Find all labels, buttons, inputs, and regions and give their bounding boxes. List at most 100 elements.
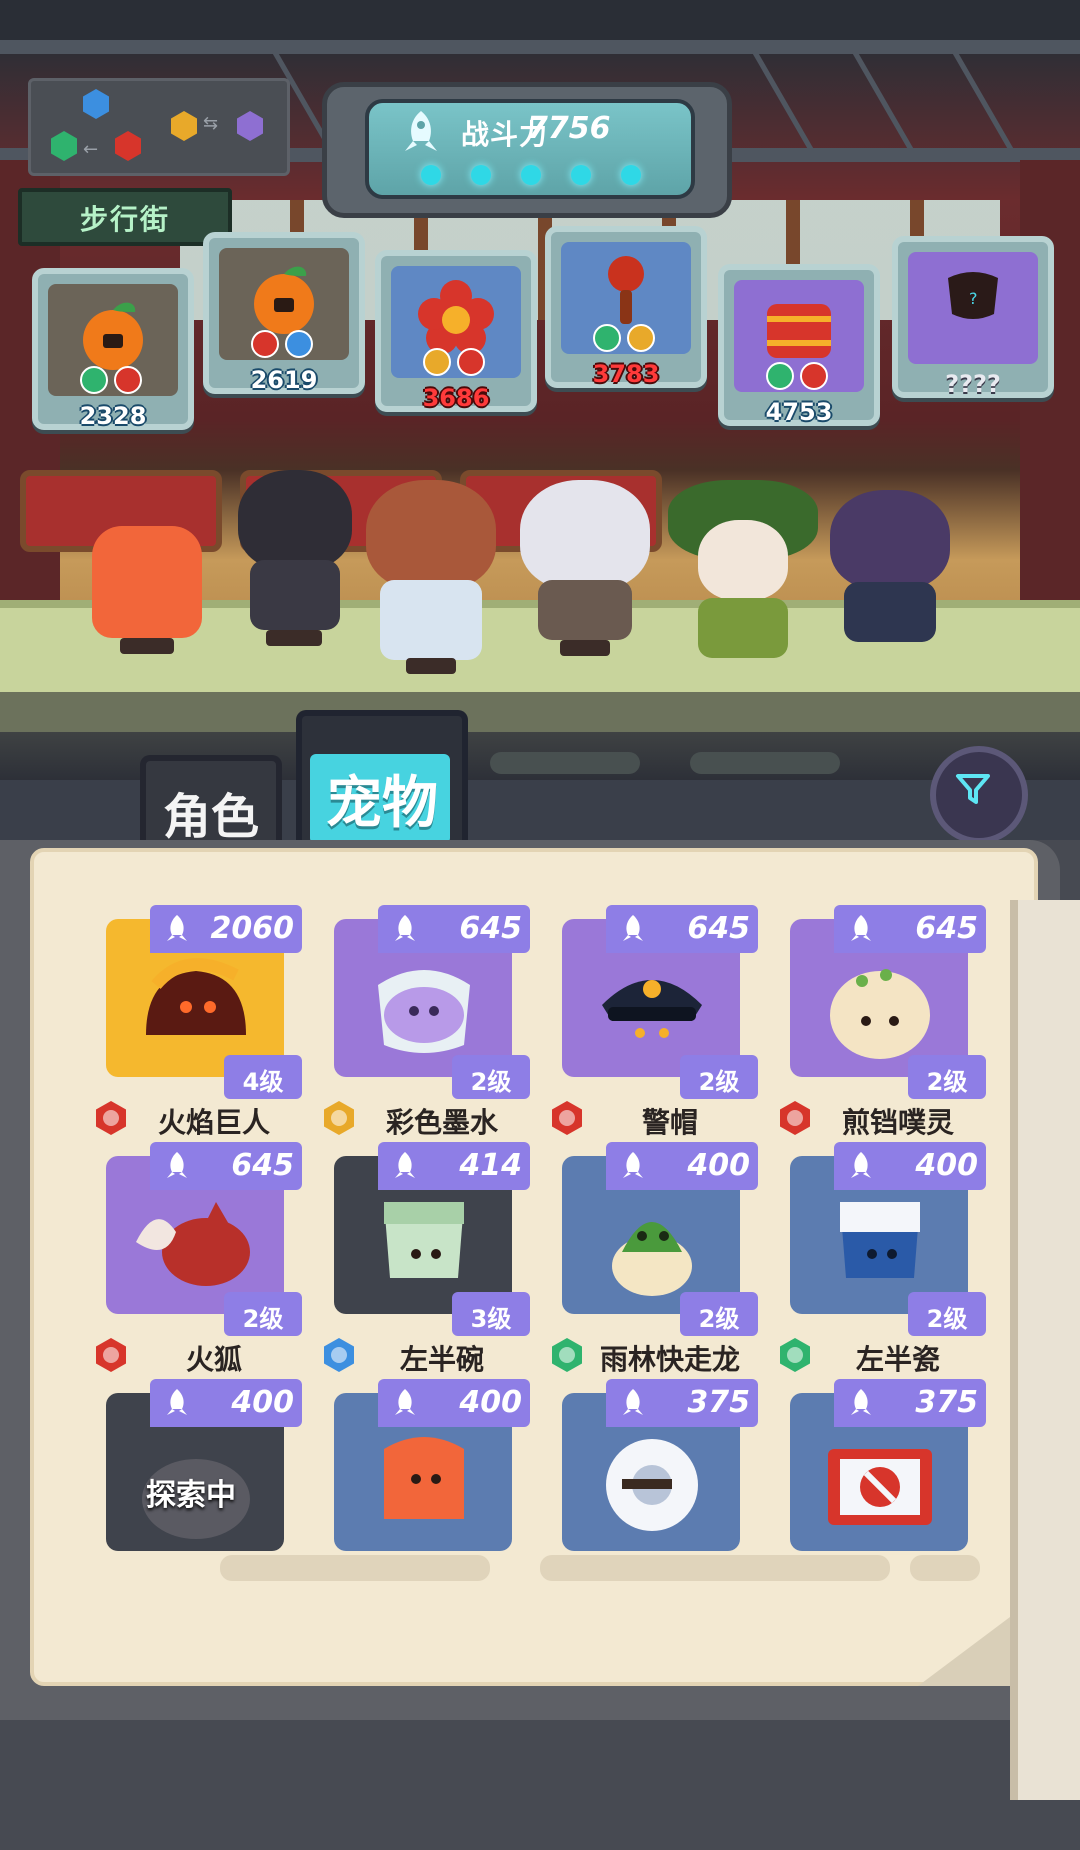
rocket-icon [167, 1152, 187, 1178]
svg-text:?: ? [969, 289, 978, 308]
pet-level-badge: 2级 [680, 1292, 758, 1336]
pet-power-badge: 375 [834, 1379, 986, 1427]
pet-power: 414 [459, 1148, 522, 1183]
pet-power: 645 [459, 911, 522, 946]
filter-icon [956, 774, 990, 804]
light-element-icon [324, 1101, 354, 1135]
team-slot-2[interactable]: 2619 [203, 232, 365, 394]
pet-card[interactable]: 400 [324, 1379, 530, 1607]
pet-card[interactable]: 400 2级 左半瓷 [780, 1142, 986, 1376]
fire-element-icon [780, 1101, 810, 1135]
power-dot [471, 165, 491, 185]
pet-power-badge: 645 [606, 905, 758, 953]
light-element-icon [423, 348, 451, 376]
rocket-icon [623, 1152, 643, 1178]
pet-card[interactable]: 645 2级 彩色墨水 [324, 905, 530, 1139]
pet-power: 400 [687, 1148, 750, 1183]
pet-name: 雨林快走龙 [599, 1343, 740, 1376]
pet-level: 2级 [926, 1068, 968, 1096]
pet-power-badge: 375 [606, 1379, 758, 1427]
team-slot-power: 3783 [592, 360, 660, 388]
team-slot-1[interactable]: 2328 [32, 268, 194, 430]
pet-level-badge: 2级 [452, 1055, 530, 1099]
pet-power: 375 [687, 1385, 750, 1420]
cat-hood-character[interactable] [830, 490, 950, 650]
nature-element-icon [766, 362, 794, 390]
rocket-icon [623, 915, 643, 941]
pet-level: 3级 [470, 1305, 512, 1333]
nature-element-icon [51, 131, 77, 161]
rocket-icon [405, 111, 437, 151]
pet-card[interactable]: 645 2级 火狐 [96, 1142, 302, 1376]
pet-level-badge: 2级 [224, 1292, 302, 1336]
pet-image [582, 945, 722, 1069]
pet-card[interactable]: 400 2级雨林快走龙 [552, 1142, 758, 1376]
rocket-icon [623, 1389, 643, 1415]
filter-button[interactable] [930, 746, 1028, 844]
ceiling-truss [0, 40, 1080, 54]
pet-level: 2级 [242, 1305, 284, 1333]
power-dot [521, 165, 541, 185]
pet-level: 2级 [698, 1305, 740, 1333]
pet-image [354, 1419, 494, 1543]
orange-pet-icon [254, 266, 314, 334]
pet-image [810, 1182, 950, 1306]
rocket-icon [395, 1389, 415, 1415]
pet-image [582, 1419, 722, 1543]
team-power-display: 战斗力 7756 [322, 82, 732, 218]
pet-image [810, 945, 950, 1069]
fire-element-icon [96, 1101, 126, 1135]
team-slot-3[interactable]: 3686 [375, 250, 537, 412]
pet-card[interactable]: 645 2级 煎铛噗灵 [780, 905, 986, 1139]
pet-name: 左半碗 [399, 1343, 484, 1376]
team-slot-4[interactable]: 3783 [545, 226, 707, 388]
bonsai-character[interactable] [668, 480, 818, 670]
team-slot-6[interactable]: ? ???? [892, 236, 1054, 398]
hooded-gunner-character[interactable] [230, 440, 360, 650]
pet-image [810, 1419, 950, 1543]
fire-element-icon [552, 1101, 582, 1135]
pet-card[interactable]: 375 [552, 1379, 758, 1607]
rocket-icon [851, 1152, 871, 1178]
fire-element-icon [114, 366, 142, 394]
maid-character[interactable] [366, 470, 496, 674]
team-slot-power: 3686 [422, 384, 490, 412]
orange-golem-character[interactable] [92, 520, 202, 660]
pet-image [354, 945, 494, 1069]
fire-element-icon [800, 362, 828, 390]
pet-card[interactable]: 414 3级左半碗 [324, 1142, 530, 1376]
fire-element-icon [251, 330, 279, 358]
pet-card[interactable]: 645 2级 警帽 [552, 905, 758, 1139]
pet-name: 警帽 [641, 1106, 698, 1139]
flower-pet-icon [418, 280, 494, 354]
power-dot [571, 165, 591, 185]
rocket-icon [851, 915, 871, 941]
nature-element-icon [552, 1338, 582, 1372]
team-slot-power: 4753 [765, 398, 833, 426]
exploring-status: 探索中 [146, 1478, 236, 1513]
element-relation-panel[interactable]: ← ⇆ [28, 78, 290, 176]
water-element-icon [285, 330, 313, 358]
location-sign: 步行街 [18, 188, 232, 246]
team-slot-5[interactable]: 4753 [718, 264, 880, 426]
pet-name: 火焰巨人 [157, 1106, 270, 1139]
pet-image [354, 1182, 494, 1306]
pet-name: 煎铛噗灵 [841, 1106, 954, 1139]
drum-pet-icon [767, 304, 831, 358]
pet-power-badge: 645 [150, 1142, 302, 1190]
tab-pet[interactable]: 宠物 [296, 710, 468, 856]
white-hair-character[interactable] [520, 480, 650, 656]
rocket-icon [395, 1152, 415, 1178]
location-label: 步行街 [79, 203, 170, 236]
pet-power: 2060 [210, 911, 295, 946]
pet-level: 2级 [470, 1068, 512, 1096]
pet-card[interactable]: 2060 4级 火焰巨人 [96, 905, 302, 1139]
light-element-icon [627, 324, 655, 352]
pet-power-badge: 400 [834, 1142, 986, 1190]
pet-power: 645 [231, 1148, 294, 1183]
rocket-icon [851, 1389, 871, 1415]
tab-character[interactable]: 角色 [140, 755, 282, 851]
pet-card[interactable]: 375 [780, 1379, 986, 1607]
pet-image [126, 1182, 266, 1306]
pet-power-badge: 400 [150, 1379, 302, 1427]
